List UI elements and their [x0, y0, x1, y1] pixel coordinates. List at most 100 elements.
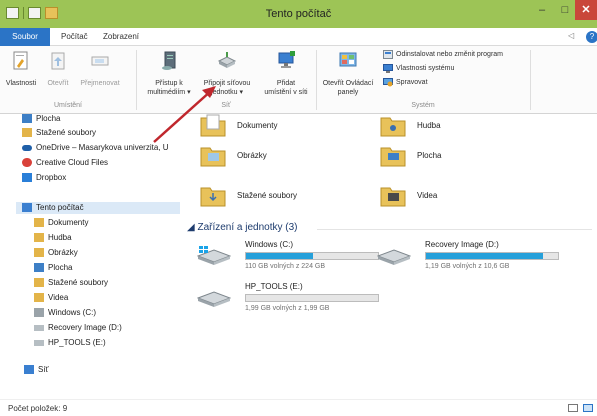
uninstall-icon [383, 50, 393, 59]
drive-free-space: 1,19 GB volných z 10,6 GB [425, 263, 510, 270]
downloads-folder-icon [34, 278, 44, 288]
drive-usage-bar [425, 252, 559, 260]
windows-drive-icon [197, 246, 231, 265]
desktop-folder-icon [34, 263, 44, 273]
drive-tile-d[interactable]: Recovery Image (D:) 1,19 GB volných z 10… [377, 238, 577, 276]
documents-folder-icon [34, 218, 44, 228]
windows-drive-icon [34, 308, 44, 318]
drive-icon [377, 249, 411, 265]
folder-tile-desktop[interactable]: Plocha [379, 142, 441, 168]
folder-tile-downloads[interactable]: Stažené soubory [199, 182, 297, 208]
item-count: Počet položek: 9 [8, 404, 68, 413]
folder-tile-music[interactable]: Hudba [379, 112, 441, 138]
open-icon [51, 52, 65, 70]
annotation-arrow [153, 86, 216, 143]
dropbox-icon [22, 173, 32, 183]
title-bar: Tento počítač – □ ✕ [0, 0, 597, 28]
properties-button[interactable]: Vlastnosti [2, 50, 40, 88]
group-label-location: Umístění [53, 102, 82, 109]
desktop-icon [22, 114, 32, 124]
group-label-system: Systém [411, 102, 435, 109]
close-button[interactable]: ✕ [575, 0, 597, 20]
navigation-pane: Plocha Stažené soubory OneDrive – Masary… [0, 114, 186, 399]
tab-file[interactable]: Soubor [0, 28, 50, 46]
status-bar: Počet položek: 9 [0, 399, 597, 416]
tab-view[interactable]: Zobrazení [98, 28, 144, 46]
drive-icon [197, 291, 231, 307]
rename-button[interactable]: Přejmenovat [76, 50, 124, 88]
videos-folder-icon [380, 187, 406, 207]
manage-icon [383, 78, 393, 87]
onedrive-icon [22, 144, 32, 151]
uninstall-program-item[interactable]: Odinstalovat nebo změnit program [383, 50, 503, 59]
drive-usage-fill [426, 253, 544, 259]
ribbon-collapse-icon[interactable]: ◁ [568, 31, 574, 40]
devices-section-header[interactable]: ◢ Zařízení a jednotky (3) [187, 222, 298, 233]
nav-item-creative-cloud[interactable]: Creative Cloud Files [22, 157, 108, 169]
maximize-button[interactable]: □ [555, 0, 575, 20]
nav-item-dropbox[interactable]: Dropbox [22, 172, 66, 184]
nav-item-videos[interactable]: Videa [34, 292, 68, 304]
media-server-icon [162, 51, 176, 70]
downloads-folder-icon [200, 187, 226, 207]
manage-item[interactable]: Spravovat [383, 78, 428, 87]
drive-usage-bar [245, 294, 379, 302]
nav-item-downloads-pc[interactable]: Stažené soubory [34, 277, 108, 289]
folder-tile-videos[interactable]: Videa [379, 182, 437, 208]
tab-computer[interactable]: Počítač [56, 28, 93, 46]
content-pane: Dokumenty Hudba Obrázky Plocha Stažené s… [187, 114, 597, 399]
nav-item-drive-c[interactable]: Windows (C:) [34, 307, 96, 319]
desktop-folder-icon [380, 147, 406, 167]
drive-icon [34, 324, 44, 331]
computer-icon [22, 203, 32, 213]
collapse-chevron-icon: ◢ [187, 222, 198, 233]
pictures-folder-icon [34, 248, 44, 258]
open-button[interactable]: Otevřít [42, 50, 74, 88]
add-network-location-button[interactable]: Přidat umístění v síti [258, 50, 314, 97]
ribbon: Vlastnosti Otevřít Přejmenovat Umístění … [0, 46, 597, 114]
open-control-panel-button[interactable]: Otevřít Ovládací panely [316, 50, 380, 97]
nav-item-this-pc[interactable]: Tento počítač [16, 202, 180, 214]
nav-item-music[interactable]: Hudba [34, 232, 72, 244]
system-properties-icon [383, 64, 393, 73]
nav-item-pictures[interactable]: Obrázky [34, 247, 78, 259]
music-folder-icon [34, 233, 44, 243]
window-title: Tento počítač [265, 8, 332, 20]
drive-usage-bar [245, 252, 379, 260]
nav-item-desktop[interactable]: Plocha [22, 113, 60, 125]
music-folder-icon [380, 117, 406, 137]
nav-item-network[interactable]: Síť [24, 364, 49, 376]
drive-icon [34, 339, 44, 346]
minimize-button[interactable]: – [529, 0, 555, 20]
details-view-icon[interactable] [568, 404, 578, 412]
nav-item-documents[interactable]: Dokumenty [34, 217, 88, 229]
system-properties-item[interactable]: Vlastnosti systému [383, 64, 454, 73]
videos-folder-icon [34, 293, 44, 303]
drive-name: Windows (C:) [245, 240, 294, 249]
drive-tile-c[interactable]: Windows (C:) 110 GB volných z 224 GB [197, 238, 397, 276]
drive-name: HP_TOOLS (E:) [245, 282, 303, 291]
network-icon [24, 365, 34, 375]
properties-icon [13, 51, 28, 70]
help-icon[interactable]: ? [586, 31, 597, 43]
nav-item-desktop-pc[interactable]: Plocha [34, 262, 72, 274]
ribbon-tabs: Soubor Počítač Zobrazení ◁ ? [0, 28, 597, 46]
nav-item-drive-d[interactable]: Recovery Image (D:) [34, 322, 122, 334]
network-drive-icon [217, 52, 237, 68]
drive-name: Recovery Image (D:) [425, 240, 499, 249]
drive-free-space: 1,99 GB volných z 1,99 GB [245, 305, 330, 312]
group-separator [136, 50, 137, 110]
control-panel-icon [339, 52, 357, 67]
network-location-icon [278, 51, 295, 68]
drive-usage-fill [246, 253, 314, 259]
nav-item-downloads[interactable]: Stažené soubory [22, 127, 96, 139]
nav-item-drive-e[interactable]: HP_TOOLS (E:) [34, 337, 106, 349]
nav-item-onedrive[interactable]: OneDrive – Masarykova univerzita, U [22, 142, 169, 154]
section-divider [317, 229, 592, 230]
group-separator [530, 50, 531, 110]
rename-icon [91, 56, 109, 66]
drive-tile-e[interactable]: HP_TOOLS (E:) 1,99 GB volných z 1,99 GB [197, 280, 397, 318]
tiles-view-icon[interactable] [583, 404, 593, 412]
downloads-folder-icon [22, 128, 32, 138]
drive-free-space: 110 GB volných z 224 GB [245, 263, 326, 270]
